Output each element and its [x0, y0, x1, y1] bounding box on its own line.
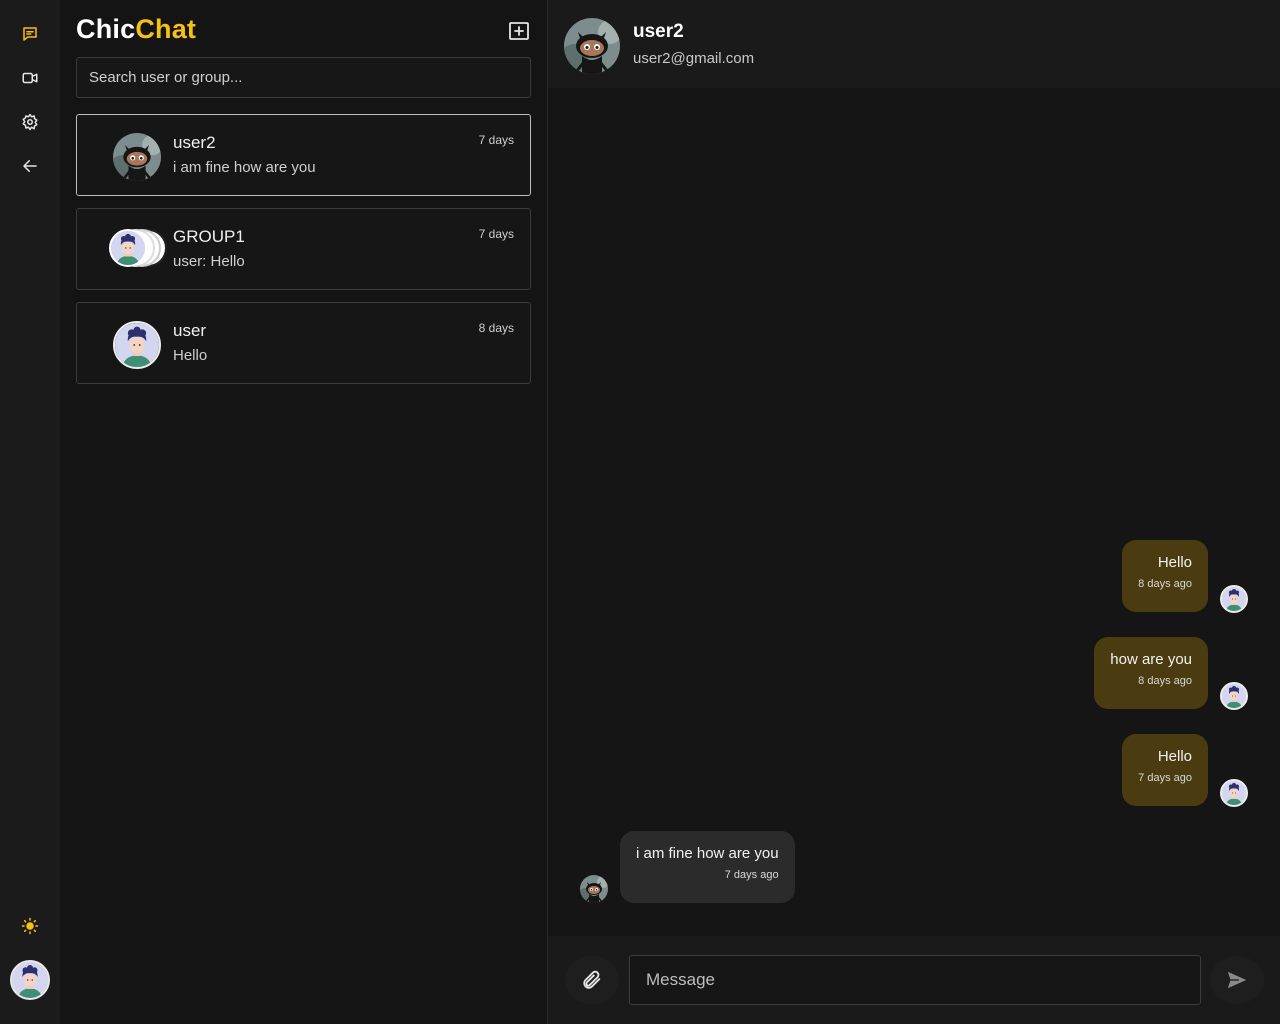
- group-avatar-stack: [109, 229, 169, 271]
- contact-email: user2@gmail.com: [633, 50, 755, 67]
- message-input[interactable]: [629, 955, 1201, 1005]
- brand-part-1: Chic: [76, 14, 136, 44]
- settings-nav-button[interactable]: [14, 106, 46, 138]
- message-bubble-outgoing: Hello 8 days ago: [1122, 540, 1208, 612]
- conversation-item-group1[interactable]: GROUP1 user: Hello 7 days: [76, 208, 531, 290]
- message-time: 8 days ago: [1138, 578, 1192, 590]
- message-bubble-incoming: i am fine how are you 7 days ago: [620, 831, 795, 903]
- message-bubble-outgoing: how are you 8 days ago: [1094, 637, 1208, 709]
- brand-logo: ChicChat: [76, 14, 196, 45]
- conversation-item-user[interactable]: user Hello 8 days: [76, 302, 531, 384]
- message-time: 7 days ago: [724, 869, 779, 881]
- sender-avatar: [580, 875, 608, 903]
- chat-panel: user2 user2@gmail.com Hello 8 days ago h…: [547, 0, 1280, 1024]
- icon-rail: [0, 0, 60, 1024]
- conversation-name: GROUP1: [173, 227, 245, 246]
- message-composer: [548, 936, 1280, 1024]
- new-chat-button[interactable]: [507, 20, 531, 44]
- sender-avatar: [1220, 779, 1248, 807]
- theme-toggle-button[interactable]: [14, 910, 46, 942]
- contact-avatar[interactable]: [564, 18, 620, 74]
- add-square-icon: [509, 22, 529, 40]
- conversation-name: user2: [173, 133, 216, 152]
- message-bubble-outgoing: Hello 7 days ago: [1122, 734, 1208, 806]
- sun-icon: [21, 917, 39, 935]
- octocat-avatar: [113, 133, 161, 181]
- conversation-item-user2[interactable]: user2 i am fine how are you 7 days: [76, 114, 531, 196]
- chat-header: user2 user2@gmail.com: [548, 0, 1280, 88]
- conversation-time: 7 days: [478, 133, 514, 147]
- arrow-left-icon: [23, 160, 37, 172]
- conversation-sidebar: ChicChat user2 i am fine how are you 7 d…: [60, 0, 547, 1024]
- video-call-nav-button[interactable]: [14, 62, 46, 94]
- send-icon: [1227, 971, 1247, 989]
- message-text: Hello: [1157, 748, 1192, 765]
- conversation-preview: i am fine how are you: [173, 159, 316, 176]
- contact-name: user2: [633, 21, 684, 42]
- user-avatar-image: [12, 962, 48, 998]
- message-text: i am fine how are you: [636, 845, 779, 862]
- brand-part-2: Chat: [135, 14, 197, 44]
- conversation-time: 8 days: [478, 321, 514, 335]
- video-camera-icon: [22, 72, 38, 84]
- message-text: Hello: [1157, 554, 1192, 571]
- search-input[interactable]: [76, 57, 531, 98]
- conversation-preview: user: Hello: [173, 253, 245, 270]
- sender-avatar: [1220, 682, 1248, 710]
- send-button[interactable]: [1210, 956, 1264, 1004]
- conversation-name: user: [173, 321, 207, 340]
- attach-button[interactable]: [565, 956, 619, 1004]
- chats-nav-button[interactable]: [14, 18, 46, 50]
- back-nav-button[interactable]: [14, 150, 46, 182]
- paperclip-icon: [583, 970, 601, 989]
- gear-icon: [22, 113, 38, 131]
- profile-avatar[interactable]: [10, 960, 50, 1000]
- message-text: how are you: [1110, 651, 1192, 668]
- user-avatar: [113, 321, 161, 369]
- chat-icon: [23, 27, 37, 41]
- conversation-preview: Hello: [173, 347, 208, 364]
- message-time: 7 days ago: [1138, 772, 1192, 784]
- conversation-time: 7 days: [478, 227, 514, 241]
- sender-avatar: [1220, 585, 1248, 613]
- message-time: 8 days ago: [1138, 675, 1192, 687]
- app-root: ChicChat user2 i am fine how are you 7 d…: [0, 0, 1280, 1024]
